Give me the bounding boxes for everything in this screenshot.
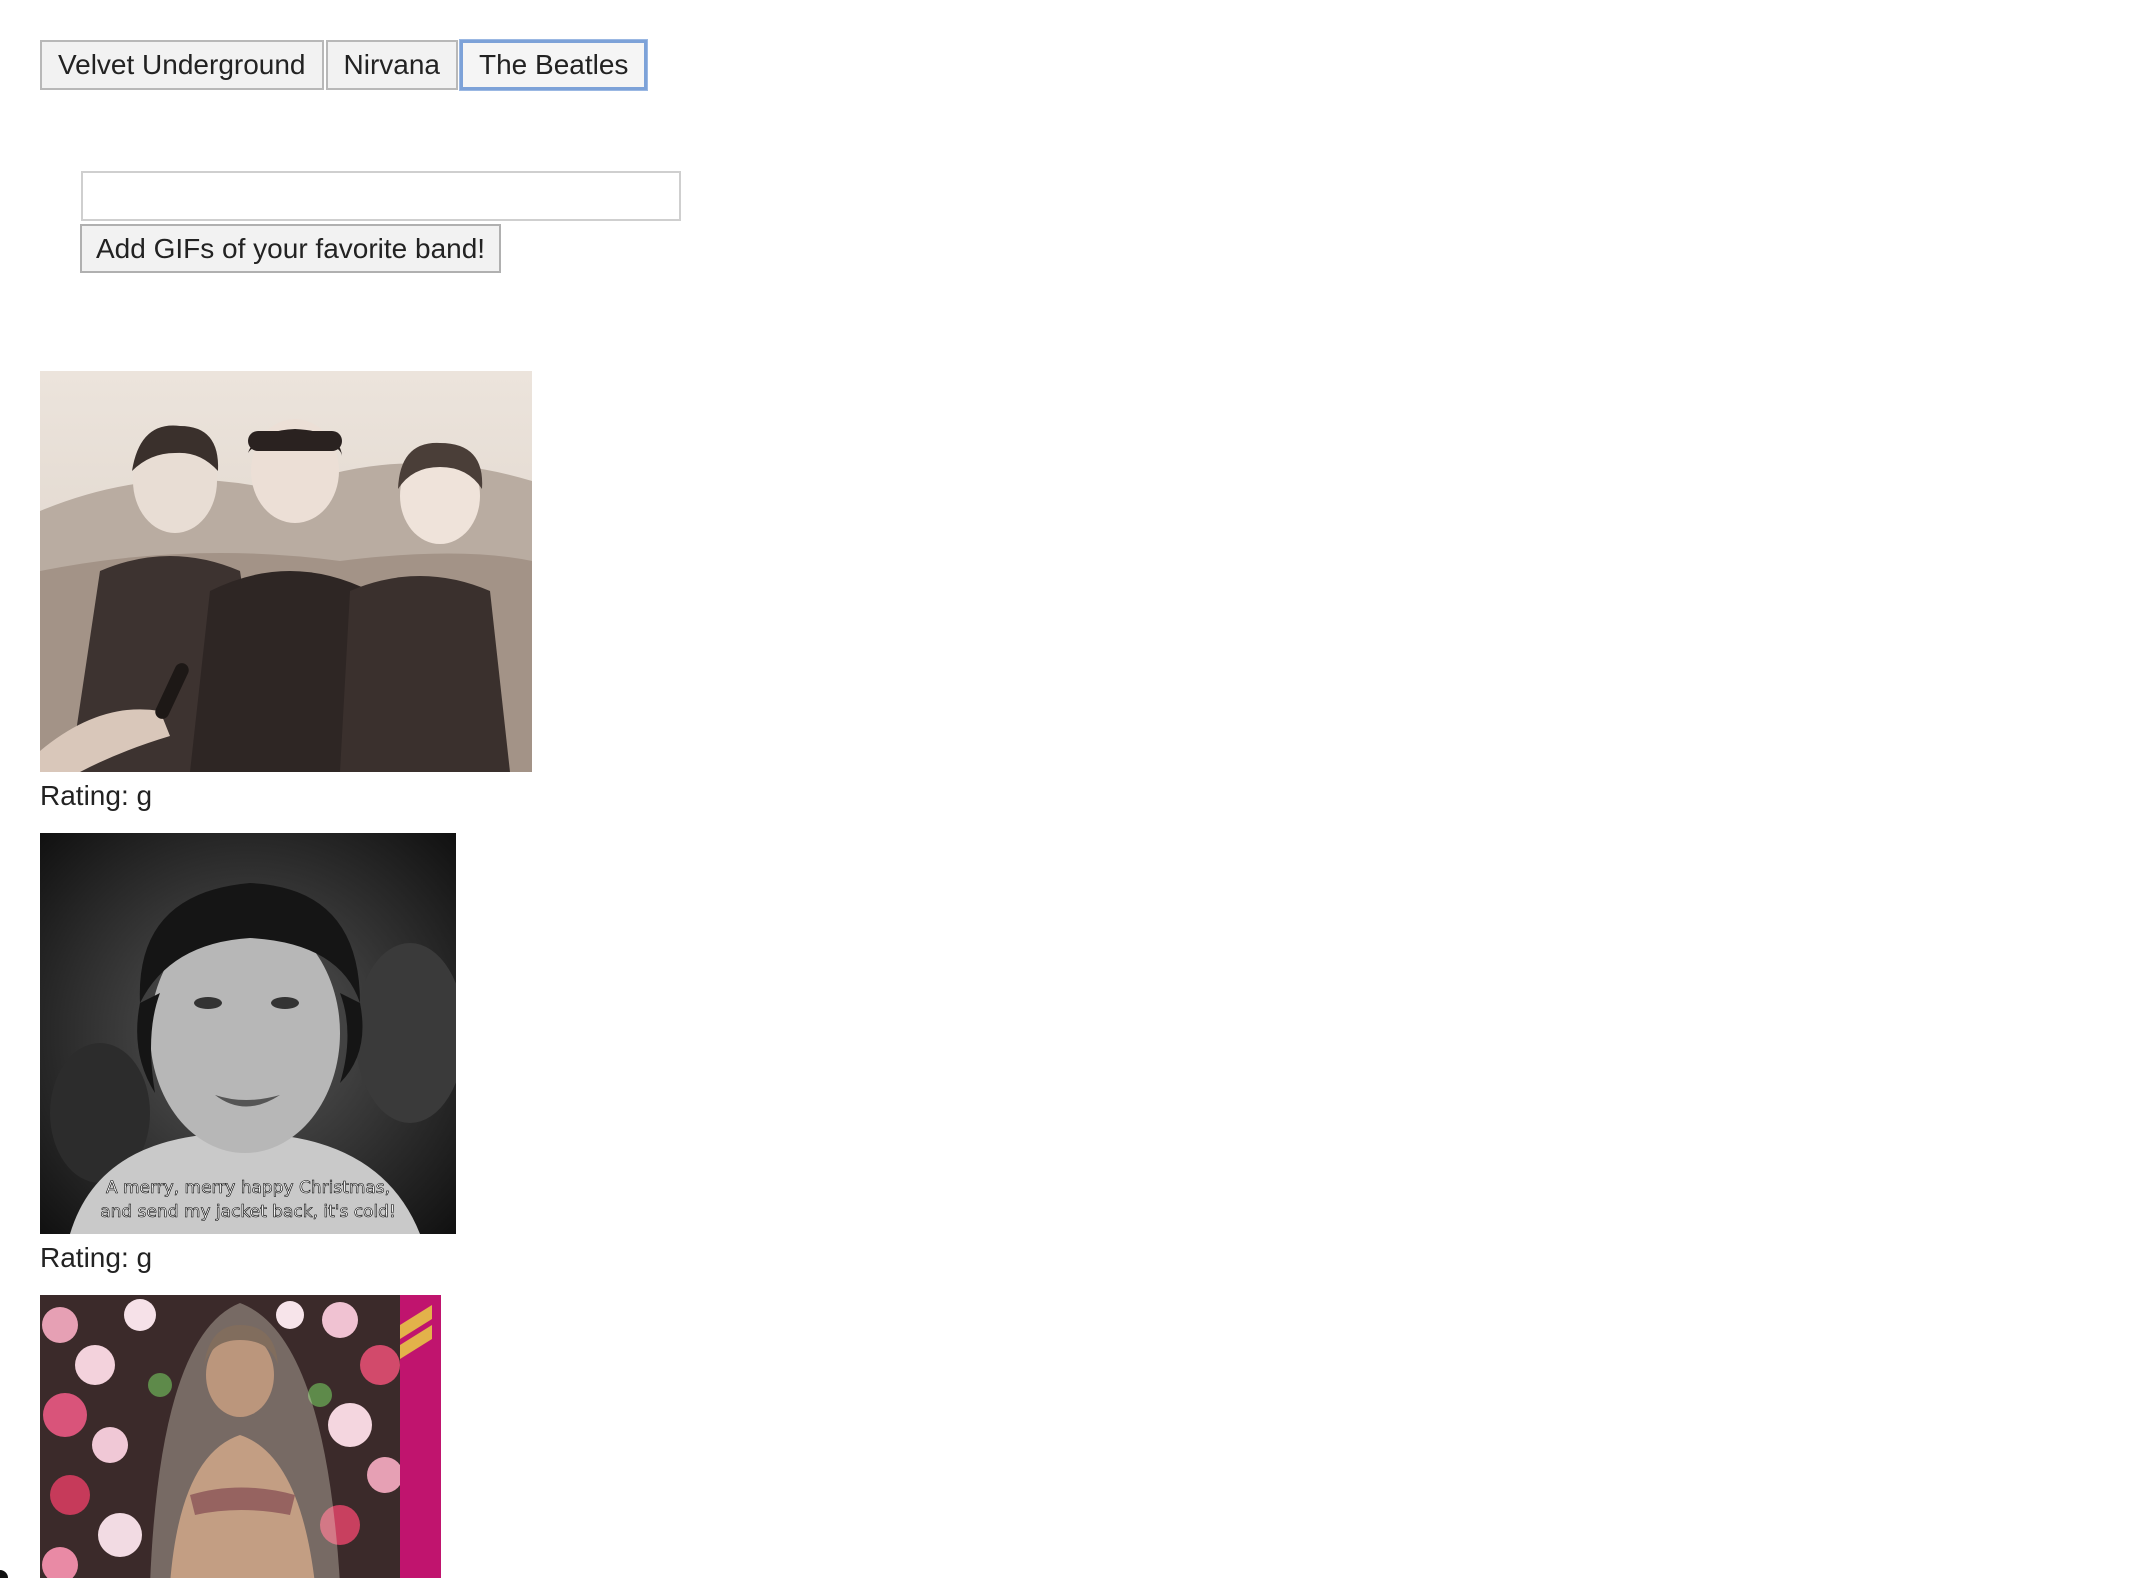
band-name-input[interactable] [81, 171, 681, 221]
gif-caption-line2: and send my jacket back, it's cold! [100, 1202, 396, 1222]
gif-item: Rating: g [40, 371, 532, 812]
window-corner [0, 1570, 8, 1578]
gif-image-beatles-group[interactable] [40, 371, 532, 772]
gif-caption-line1: A merry, merry happy Christmas, [106, 1178, 390, 1198]
gif-rating: Rating: g [40, 780, 153, 811]
band-button-nirvana[interactable]: Nirvana [325, 40, 458, 90]
band-buttons: Velvet Underground Nirvana The Beatles [40, 39, 649, 91]
page: Velvet Underground Nirvana The Beatles A… [0, 0, 2140, 1578]
gif-item: A merry, merry happy Christmas, and send… [40, 833, 456, 1274]
gif-image-veil-flowers[interactable] [40, 1295, 441, 1578]
add-gifs-button[interactable]: Add GIFs of your favorite band! [80, 224, 502, 273]
band-button-the-beatles[interactable]: The Beatles [458, 39, 649, 91]
band-button-velvet-underground[interactable]: Velvet Underground [40, 40, 324, 90]
gif-image-george-closeup[interactable]: A merry, merry happy Christmas, and send… [40, 833, 456, 1234]
gif-rating: Rating: g [40, 1242, 153, 1273]
gif-item [40, 1295, 441, 1578]
